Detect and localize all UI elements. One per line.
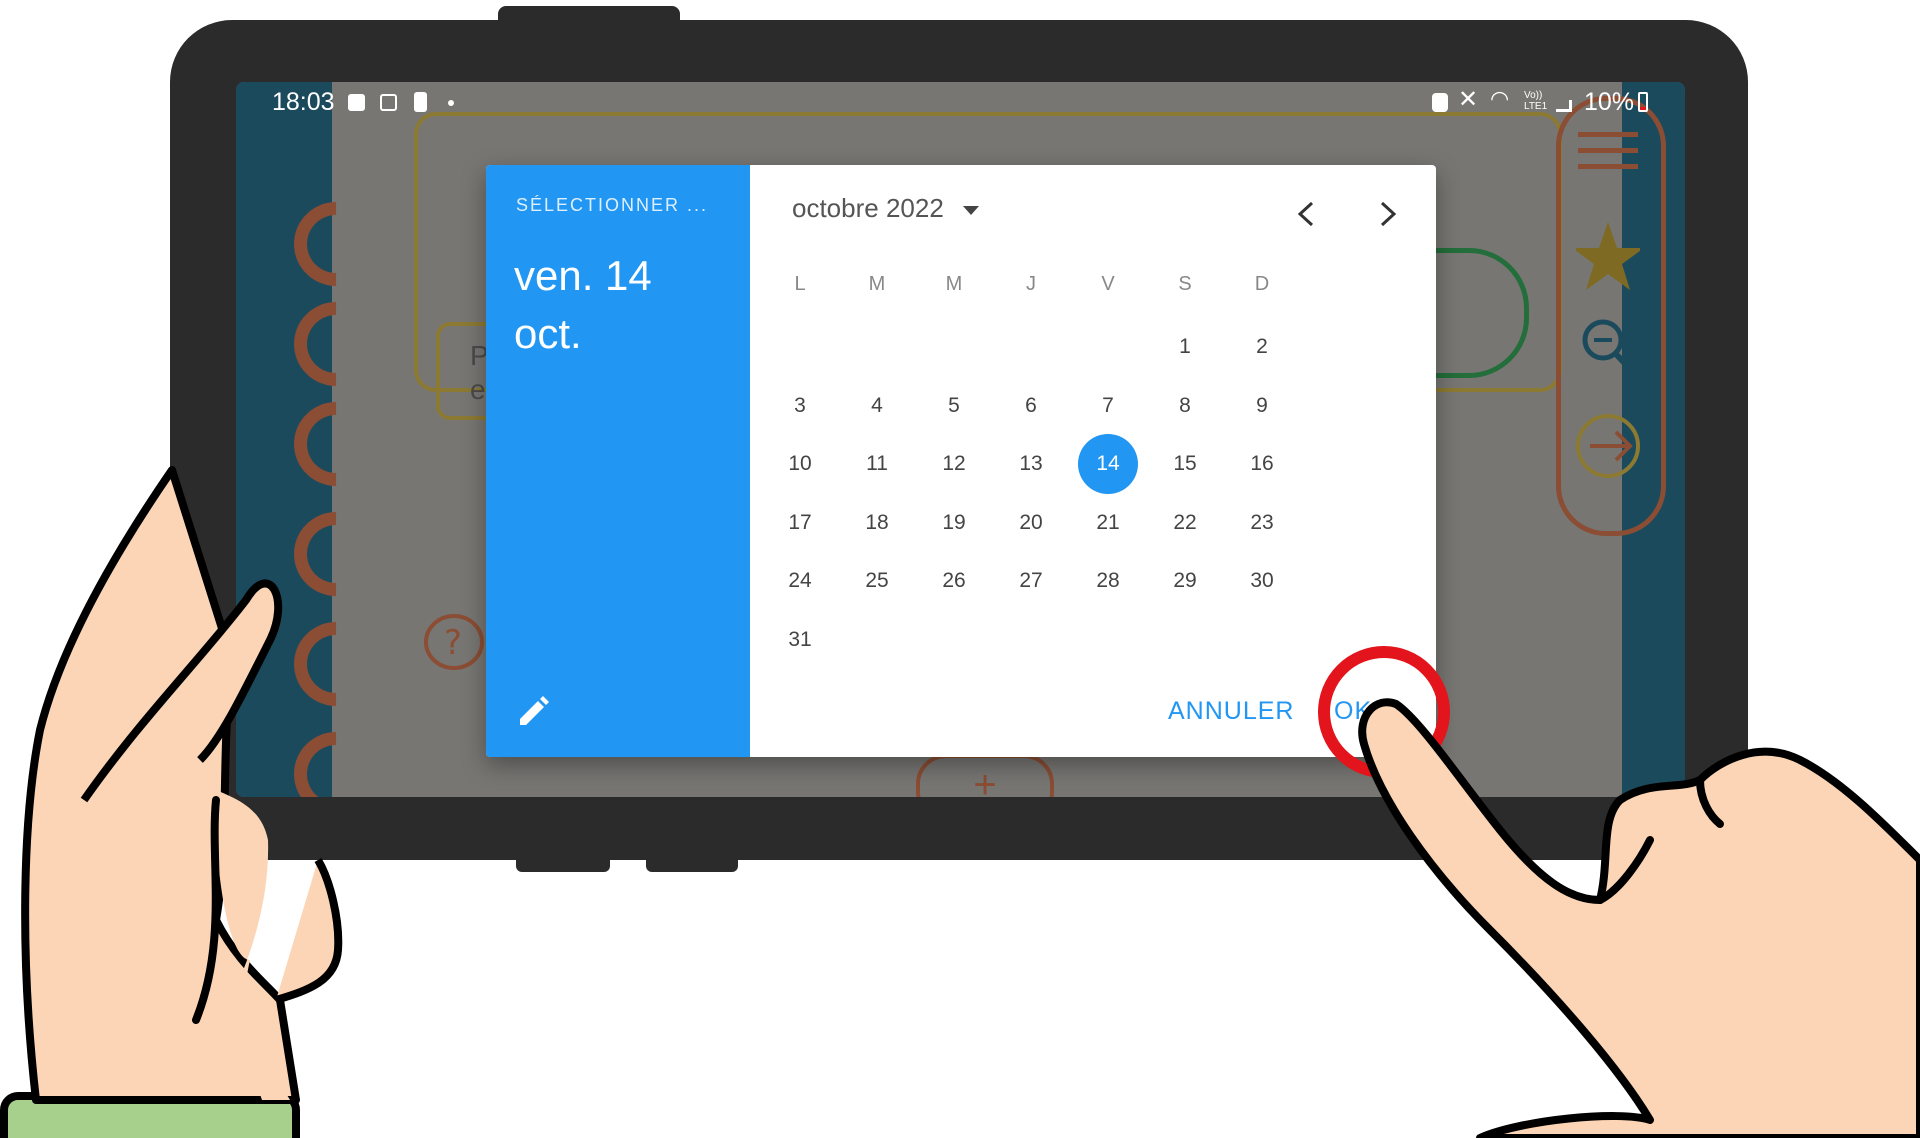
left-palm-edge [274, 857, 343, 1004]
right-hand [1358, 698, 1920, 1138]
hands-illustration [0, 466, 1920, 1138]
left-hand [21, 466, 300, 1104]
